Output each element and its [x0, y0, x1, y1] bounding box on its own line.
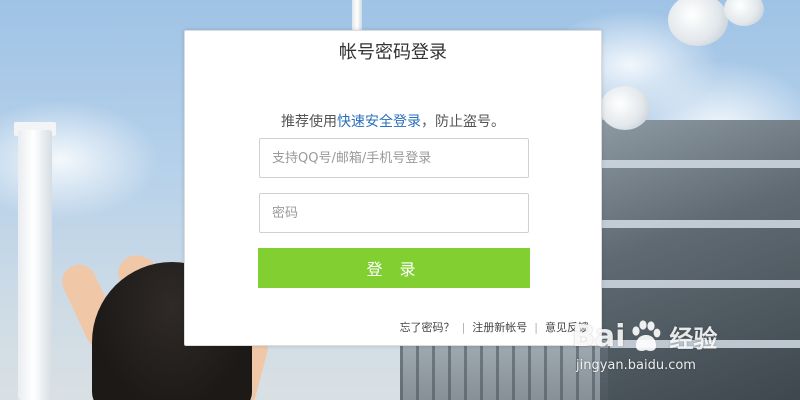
password-input[interactable]	[259, 193, 529, 233]
watermark-brand-text: Bai	[572, 318, 626, 354]
login-panel: 帐号密码登录 推荐使用快速安全登录，防止盗号。 登 录 忘了密码？ | 注册新帐号 |…	[184, 30, 602, 346]
login-footer-links: 忘了密码？ | 注册新帐号 | 意见反馈	[400, 320, 589, 336]
watermark-url: jingyan.baidu.com	[576, 358, 696, 373]
login-button[interactable]: 登 录	[258, 248, 530, 288]
recommendation-suffix: ，防止盗号。	[421, 114, 505, 130]
footer-divider: |	[461, 321, 466, 334]
footer-divider: |	[534, 321, 538, 334]
recommendation-prefix: 推荐使用	[281, 114, 337, 130]
watermark-brand-cn: 经验	[669, 324, 718, 353]
register-link[interactable]: 注册新帐号	[472, 321, 527, 334]
login-recommendation: 推荐使用快速安全登录，防止盗号。	[185, 111, 601, 133]
forgot-password-link[interactable]: 忘了密码？	[400, 321, 455, 334]
login-title: 帐号密码登录	[339, 42, 447, 63]
baidu-jingyan-watermark: Bai 经验 jingyan.baidu.com	[572, 314, 752, 386]
paw-icon	[632, 320, 661, 351]
account-input[interactable]	[259, 138, 529, 178]
quick-login-link[interactable]: 快速安全登录	[337, 114, 421, 130]
